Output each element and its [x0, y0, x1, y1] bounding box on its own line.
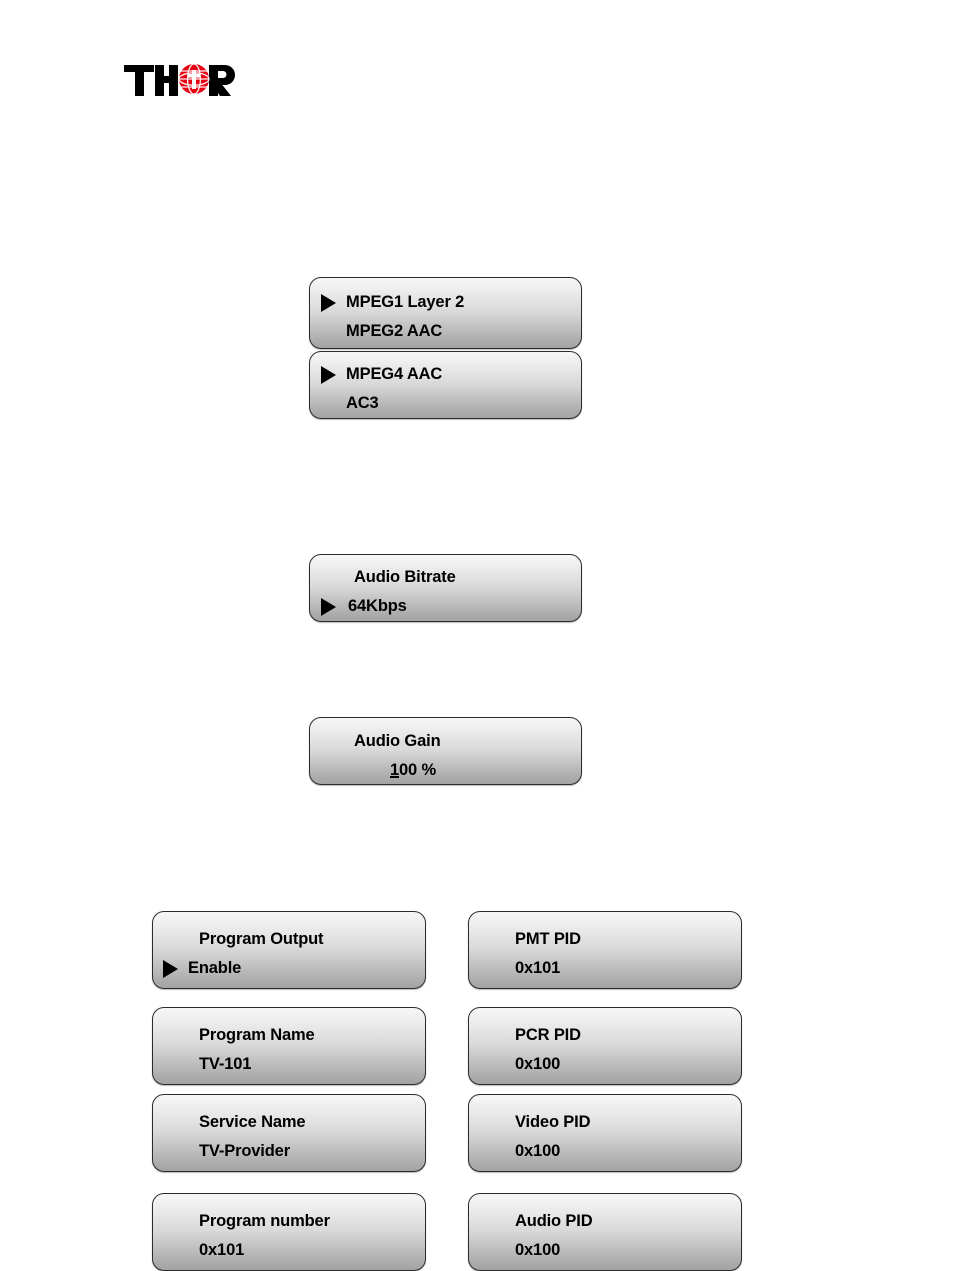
video-pid-label-line: Video PID: [515, 1108, 741, 1137]
pcr-pid-label-line: PCR PID: [515, 1021, 741, 1050]
program-number-screen[interactable]: Program number 0x101: [152, 1193, 426, 1271]
service-name-label: Service Name: [199, 1113, 306, 1131]
codec-option-ac3[interactable]: AC3: [321, 389, 581, 418]
audio-pid-screen[interactable]: Audio PID 0x100: [468, 1193, 742, 1271]
audio-codec-screen-2[interactable]: MPEG4 AAC AC3: [309, 351, 582, 419]
audio-pid-label-line: Audio PID: [515, 1207, 741, 1236]
pmt-pid-label: PMT PID: [515, 930, 581, 948]
program-number-label: Program number: [199, 1212, 330, 1230]
pcr-pid-screen[interactable]: PCR PID 0x100: [468, 1007, 742, 1085]
audio-gain-screen[interactable]: Audio Gain 1 00 %: [309, 717, 582, 785]
pcr-pid-label: PCR PID: [515, 1026, 581, 1044]
codec-option-label: AC3: [346, 394, 379, 412]
codec-option-label: MPEG2 AAC: [346, 322, 443, 340]
pmt-pid-screen[interactable]: PMT PID 0x101: [468, 911, 742, 989]
program-output-value-line[interactable]: Enable: [163, 954, 425, 983]
program-output-label-line: Program Output: [199, 925, 425, 954]
codec-option-mpeg2-aac[interactable]: MPEG2 AAC: [321, 317, 581, 346]
audio-bitrate-value-line[interactable]: 64Kbps: [321, 592, 581, 621]
service-name-value-line[interactable]: TV-Provider: [199, 1137, 425, 1166]
program-output-screen[interactable]: Program Output Enable: [152, 911, 426, 989]
program-name-screen[interactable]: Program Name TV-101: [152, 1007, 426, 1085]
audio-bitrate-value: 64Kbps: [348, 597, 407, 615]
codec-option-label: MPEG4 AAC: [346, 365, 443, 383]
codec-option-mpeg1-layer2[interactable]: MPEG1 Layer 2: [321, 288, 581, 317]
audio-bitrate-screen[interactable]: Audio Bitrate 64Kbps: [309, 554, 582, 622]
pmt-pid-value: 0x101: [515, 959, 561, 977]
pcr-pid-value-line[interactable]: 0x100: [515, 1050, 741, 1079]
audio-bitrate-label: Audio Bitrate: [354, 568, 456, 586]
video-pid-label: Video PID: [515, 1113, 591, 1131]
program-name-value: TV-101: [199, 1055, 252, 1073]
service-name-value: TV-Provider: [199, 1142, 290, 1160]
program-name-label: Program Name: [199, 1026, 315, 1044]
video-pid-value: 0x100: [515, 1142, 561, 1160]
selection-arrow-icon: [321, 597, 336, 616]
audio-codec-menu: MPEG1 Layer 2 MPEG2 AAC MPEG4 AAC AC3: [309, 277, 582, 419]
selection-arrow-icon: [163, 959, 178, 978]
program-number-value: 0x101: [199, 1241, 245, 1259]
thor-logo-mark: [124, 63, 235, 96]
audio-codec-screen-1[interactable]: MPEG1 Layer 2 MPEG2 AAC: [309, 277, 582, 349]
audio-gain-cursor-digit: 1: [390, 761, 400, 779]
audio-pid-label: Audio PID: [515, 1212, 593, 1230]
service-name-label-line: Service Name: [199, 1108, 425, 1137]
audio-pid-value-line[interactable]: 0x100: [515, 1236, 741, 1265]
audio-gain-label: Audio Gain: [354, 732, 441, 750]
codec-option-label: MPEG1 Layer 2: [346, 293, 465, 311]
program-number-label-line: Program number: [199, 1207, 425, 1236]
thor-logo: [124, 60, 236, 102]
audio-gain-value-rest: 00 %: [399, 761, 437, 779]
video-pid-screen[interactable]: Video PID 0x100: [468, 1094, 742, 1172]
video-pid-value-line[interactable]: 0x100: [515, 1137, 741, 1166]
audio-pid-value: 0x100: [515, 1241, 561, 1259]
pmt-pid-value-line[interactable]: 0x101: [515, 954, 741, 983]
pcr-pid-value: 0x100: [515, 1055, 561, 1073]
pmt-pid-label-line: PMT PID: [515, 925, 741, 954]
program-output-label: Program Output: [199, 930, 324, 948]
selection-arrow-icon: [321, 365, 336, 384]
audio-gain-label-line: Audio Gain: [354, 727, 581, 756]
program-name-value-line[interactable]: TV-101: [199, 1050, 425, 1079]
program-name-label-line: Program Name: [199, 1021, 425, 1050]
audio-gain-value-line[interactable]: 1 00 %: [354, 756, 581, 785]
audio-bitrate-label-line: Audio Bitrate: [354, 563, 581, 592]
codec-option-mpeg4-aac[interactable]: MPEG4 AAC: [321, 360, 581, 389]
service-name-screen[interactable]: Service Name TV-Provider: [152, 1094, 426, 1172]
program-number-value-line[interactable]: 0x101: [199, 1236, 425, 1265]
globe-icon: [178, 63, 210, 95]
program-output-value: Enable: [188, 959, 242, 977]
selection-arrow-icon: [321, 293, 336, 312]
